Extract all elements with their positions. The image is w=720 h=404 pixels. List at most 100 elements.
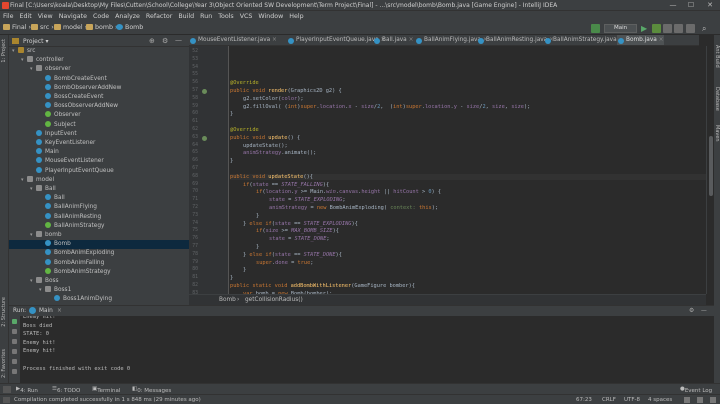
run-settings-gear-icon[interactable]: ⚙ [689, 308, 694, 314]
tree-item-ballanimstrategy[interactable]: BallAnimStrategy [9, 221, 189, 231]
editor-tab-ballanimstrategy[interactable]: BallAnimStrategy.java × [544, 35, 623, 45]
override-marker-icon[interactable] [202, 135, 207, 141]
menu-file[interactable]: File [0, 11, 17, 22]
code-line[interactable]: } [230, 244, 259, 250]
code-line[interactable]: @Override [230, 80, 259, 86]
menu-vcs[interactable]: VCS [237, 11, 256, 22]
run-configuration-select[interactable]: Main [604, 24, 637, 33]
file-encoding[interactable]: UTF-8 [624, 397, 640, 403]
code-line[interactable]: } [230, 267, 246, 273]
tree-item-inputevent[interactable]: InputEvent [9, 129, 189, 139]
favorites-tool-tab[interactable]: 2: Favorites [1, 349, 7, 378]
menu-window[interactable]: Window [255, 11, 286, 22]
code-line[interactable]: state = STATE_DONE; [230, 236, 330, 242]
code-line[interactable]: } [230, 111, 233, 117]
status-toggle-icon[interactable] [3, 397, 10, 403]
todo-tool-tab[interactable]: ☰ 6: TODO [52, 386, 80, 394]
editor-breadcrumb-class[interactable]: Bomb [219, 297, 236, 303]
code-line[interactable]: @Override [230, 127, 259, 133]
pin-tab-icon[interactable] [12, 349, 17, 354]
coverage-icon[interactable] [663, 24, 672, 33]
breadcrumb-final[interactable]: Final › [3, 24, 31, 31]
editor-tab-ballanimresting[interactable]: BallAnimResting.java × [477, 35, 554, 45]
tree-item-ballanimresting[interactable]: BallAnimResting [9, 212, 189, 222]
ant-build-tool-tab[interactable]: Ant Build [714, 45, 720, 68]
tree-item-bombanimexploding[interactable]: BombAnimExploding [9, 249, 189, 258]
hide-panel-icon[interactable]: — [175, 36, 182, 44]
breadcrumb-model[interactable]: model › [54, 24, 87, 31]
tree-item-bosscreateevent[interactable]: BossCreateEvent [9, 93, 189, 102]
tree-item-observer[interactable]: ▾ observer [9, 65, 189, 74]
tree-item-main[interactable]: Main [9, 148, 189, 157]
print-icon[interactable] [12, 369, 17, 374]
stop-run-icon[interactable] [12, 329, 17, 334]
caret-position[interactable]: 67:23 [576, 397, 592, 403]
menu-build[interactable]: Build [175, 11, 197, 22]
menu-code[interactable]: Code [90, 11, 112, 22]
indent-setting[interactable]: 4 spaces [648, 397, 672, 403]
tree-item-mouseeventlistener[interactable]: MouseEventListener [9, 157, 189, 166]
tree-item-boss1[interactable]: ▾ Boss1 [9, 286, 189, 295]
code-line[interactable]: g2.setColor(color); [230, 96, 304, 102]
minimize-button[interactable]: — [666, 1, 680, 10]
menu-refactor[interactable]: Refactor [143, 11, 175, 22]
tree-item-bomb[interactable]: ▾ bomb [9, 231, 189, 240]
console-output[interactable]: Enemy hit! Boss died STATE: 0 Enemy hit! Ene… [23, 316, 703, 384]
event-log-tab[interactable]: ● Event Log [680, 386, 712, 394]
lock-icon[interactable] [684, 397, 690, 403]
menu-view[interactable]: View [35, 11, 56, 22]
project-structure-icon[interactable] [686, 24, 695, 33]
structure-tool-tab[interactable]: 2: Structure [1, 297, 7, 327]
search-icon[interactable]: ⌕ [702, 24, 711, 33]
editor-tab-bomb[interactable]: Bomb.java × [617, 35, 664, 45]
tree-item-observer[interactable]: Observer [9, 111, 189, 120]
tree-item-bombanimstrategy[interactable]: BombAnimStrategy [9, 267, 189, 277]
close-button[interactable]: ✕ [703, 1, 717, 10]
terminal-tool-tab[interactable]: ▣ Terminal [92, 386, 120, 394]
menu-run[interactable]: Run [197, 11, 215, 22]
tree-item-ball[interactable]: ▾ Ball [9, 185, 189, 194]
status-message[interactable]: Compilation completed successfully in 1 … [14, 397, 201, 403]
database-tool-tab[interactable]: Database [714, 87, 720, 111]
code-line[interactable]: public void update() { [230, 135, 300, 141]
tree-item-ballanimflying[interactable]: BallAnimFlying [9, 203, 189, 212]
breadcrumb-src[interactable]: src › [31, 24, 54, 31]
tree-item-ball[interactable]: Ball [9, 194, 189, 203]
tree-item-src[interactable]: ▾ src [9, 47, 189, 56]
hide-run-panel-icon[interactable]: — [701, 308, 707, 314]
code-line[interactable]: } [230, 158, 233, 164]
settings-gear-icon[interactable]: ⚙ [162, 37, 168, 45]
tree-item-bombcreateevent[interactable]: BombCreateEvent [9, 74, 189, 84]
run-tool-tab[interactable]: ▶ 4: Run [16, 386, 38, 394]
tree-item-bomb[interactable]: Bomb [9, 240, 189, 250]
code-line[interactable]: updateState(); [230, 143, 288, 149]
menu-edit[interactable]: Edit [17, 11, 35, 22]
menu-analyze[interactable]: Analyze [112, 11, 143, 22]
tree-item-controller[interactable]: ▾ controller [9, 56, 189, 65]
code-line[interactable]: } else if(state == STATE_EXPLODING){ [230, 221, 358, 227]
debug-icon[interactable] [652, 24, 661, 33]
code-line[interactable]: state = STATE_EXPLODING; [230, 197, 346, 203]
messages-tool-tab[interactable]: ◧ 0: Messages [132, 386, 171, 394]
code-line[interactable]: animStrategy.animate(); [230, 150, 316, 156]
project-tool-tab[interactable]: 1: Project [1, 39, 7, 63]
menu-navigate[interactable]: Navigate [56, 11, 90, 22]
soft-wrap-icon[interactable] [12, 359, 17, 364]
editor-scrollbar[interactable] [706, 46, 714, 294]
build-hammer-icon[interactable] [591, 24, 600, 33]
tree-item-model[interactable]: ▾ model [9, 175, 189, 185]
tree-item-playerinputeventqueue[interactable]: PlayerInputEventQueue [9, 166, 189, 176]
tree-item-bombobserveraddnew[interactable]: BombObserverAddNew [9, 83, 189, 93]
scrollbar-thumb[interactable] [709, 136, 713, 196]
code-line[interactable]: public void render(Graphics2D g2) { [230, 88, 342, 94]
stop-icon[interactable] [674, 24, 683, 33]
code-line[interactable]: animStrategy = new BombAnimExploding( co… [230, 205, 438, 211]
tree-item-subject[interactable]: Subject [9, 120, 189, 130]
code-line[interactable]: } [230, 275, 233, 281]
tree-item-boss[interactable]: ▾ Boss [9, 277, 189, 286]
editor-tab-playerinputeventqueue[interactable]: PlayerInputEventQueue.java × [287, 35, 385, 45]
close-tab-icon[interactable]: × [270, 37, 277, 43]
menu-tools[interactable]: Tools [215, 11, 237, 22]
notifications-icon[interactable] [710, 397, 716, 403]
git-icon[interactable] [697, 397, 703, 403]
